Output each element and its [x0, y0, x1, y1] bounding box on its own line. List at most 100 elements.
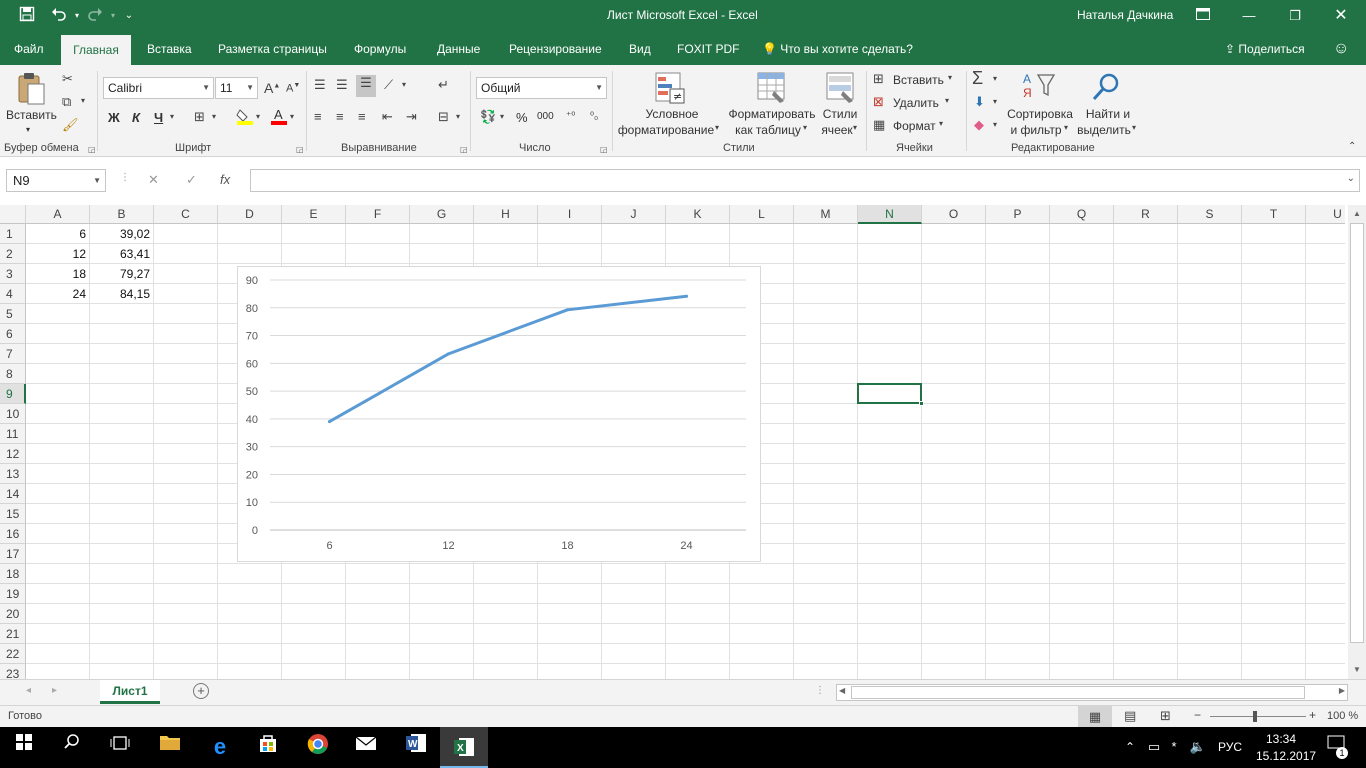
clipboard-launcher-icon[interactable]: ◲ — [88, 145, 96, 154]
font-color-dropdown-icon[interactable]: ▾ — [290, 112, 294, 121]
prev-sheet-icon[interactable]: ◂ — [26, 685, 31, 696]
series-line-1[interactable] — [328, 294, 688, 424]
data-point[interactable] — [685, 294, 688, 298]
align-center-icon[interactable]: ≡ — [336, 109, 344, 124]
sheet-tabs-splitter[interactable]: ⋮ — [815, 685, 825, 696]
row-header-7[interactable]: 7 — [0, 344, 26, 364]
select-all-corner[interactable] — [0, 205, 26, 224]
data-point[interactable] — [328, 420, 331, 424]
column-header-k[interactable]: K — [666, 205, 730, 224]
paste-button-label[interactable]: Вставить — [6, 107, 57, 123]
clock-time[interactable]: 13:34 — [1266, 732, 1296, 746]
borders-dropdown-icon[interactable]: ▾ — [212, 112, 216, 121]
cell-b3[interactable]: 79,27 — [90, 264, 152, 284]
user-name[interactable]: Наталья Дачкина — [1077, 8, 1173, 22]
data-point[interactable] — [566, 308, 569, 312]
row-header-12[interactable]: 12 — [0, 444, 26, 464]
word-icon[interactable]: W — [402, 733, 430, 761]
row-header-3[interactable]: 3 — [0, 264, 26, 284]
column-header-o[interactable]: O — [922, 205, 986, 224]
minimize-icon[interactable]: — — [1226, 0, 1272, 33]
decrease-decimal-icon[interactable]: ⁰₀ — [590, 111, 598, 122]
tab-insert[interactable]: Вставка — [147, 33, 192, 65]
fill-color-dropdown-icon[interactable]: ▾ — [256, 112, 260, 121]
zoom-slider-thumb[interactable] — [1253, 711, 1257, 722]
excel-taskbar-button[interactable]: X — [440, 727, 488, 768]
keyboard-language[interactable]: РУС — [1218, 740, 1242, 754]
increase-font-icon[interactable]: A▲ — [264, 80, 280, 96]
decrease-indent-icon[interactable]: ⇤ — [382, 109, 393, 125]
ribbon-display-options-icon[interactable] — [1180, 0, 1226, 33]
worksheet-grid[interactable]: ABCDEFGHIJKLMNOPQRSTU 1 2 3 4 5 6 7 8 9 10 11 12 13 1… — [0, 205, 1345, 679]
format-painter-icon[interactable]: 🖌 — [62, 117, 79, 133]
format-as-table-icon[interactable] — [756, 71, 788, 105]
row-header-21[interactable]: 21 — [0, 624, 26, 644]
tab-review[interactable]: Рецензирование — [509, 33, 602, 65]
conditional-formatting-icon[interactable]: ≠ — [654, 71, 686, 105]
find-select-label-1[interactable]: Найти и — [1080, 106, 1136, 122]
row-header-15[interactable]: 15 — [0, 504, 26, 524]
comma-style-button[interactable]: 000 — [537, 111, 554, 122]
number-launcher-icon[interactable]: ◲ — [600, 145, 608, 154]
column-header-r[interactable]: R — [1114, 205, 1178, 224]
paste-icon[interactable] — [16, 71, 48, 107]
align-middle-icon[interactable]: ☰ — [336, 77, 348, 93]
tell-me-box[interactable]: 💡 Что вы хотите сделать? — [762, 33, 913, 65]
decrease-font-icon[interactable]: A▼ — [286, 82, 300, 95]
orientation-dropdown-icon[interactable]: ▾ — [402, 80, 406, 89]
close-icon[interactable]: ✕ — [1318, 0, 1364, 33]
wrap-text-icon[interactable]: ↵ — [438, 77, 449, 93]
insert-cells-button[interactable]: Вставить — [893, 73, 944, 87]
volume-icon[interactable]: 🔈 — [1184, 733, 1212, 761]
tab-view[interactable]: Вид — [629, 33, 651, 65]
column-header-s[interactable]: S — [1178, 205, 1242, 224]
delete-cells-button[interactable]: Удалить — [893, 96, 939, 110]
row-header-9[interactable]: 9 — [0, 384, 26, 404]
search-icon[interactable] — [58, 733, 86, 761]
format-as-table-dropdown-icon[interactable]: ▾ — [803, 123, 807, 132]
copy-icon[interactable]: ⧉ — [62, 94, 71, 110]
align-top-icon[interactable]: ☰ — [314, 77, 326, 93]
column-header-c[interactable]: C — [154, 205, 218, 224]
enter-formula-icon[interactable]: ✓ — [186, 172, 197, 188]
row-header-16[interactable]: 16 — [0, 524, 26, 544]
align-right-icon[interactable]: ≡ — [358, 109, 366, 124]
find-select-icon[interactable] — [1090, 71, 1122, 103]
row-header-14[interactable]: 14 — [0, 484, 26, 504]
row-header-2[interactable]: 2 — [0, 244, 26, 264]
font-launcher-icon[interactable]: ◲ — [296, 145, 304, 154]
collapse-ribbon-icon[interactable]: ⌃ — [1348, 141, 1356, 152]
format-cells-dropdown-icon[interactable]: ▾ — [939, 119, 943, 128]
mail-icon[interactable] — [352, 733, 380, 761]
row-header-22[interactable]: 22 — [0, 644, 26, 664]
cell-styles-icon[interactable] — [825, 71, 857, 105]
column-header-g[interactable]: G — [410, 205, 474, 224]
row-header-17[interactable]: 17 — [0, 544, 26, 564]
sheet-tab-list1[interactable]: Лист1 — [100, 680, 160, 704]
clear-dropdown-icon[interactable]: ▾ — [993, 120, 997, 129]
format-cells-icon[interactable]: ▦ — [873, 117, 885, 133]
column-header-n[interactable]: N — [858, 205, 922, 224]
column-header-e[interactable]: E — [282, 205, 346, 224]
autosum-icon[interactable]: Σ — [972, 68, 983, 89]
column-header-d[interactable]: D — [218, 205, 282, 224]
file-explorer-icon[interactable] — [156, 733, 184, 761]
scroll-down-icon[interactable]: ▼ — [1353, 665, 1361, 674]
currency-format-icon[interactable]: 💱 — [480, 109, 496, 125]
cell-a4[interactable]: 24 — [26, 284, 88, 304]
column-header-l[interactable]: L — [730, 205, 794, 224]
cut-icon[interactable]: ✂ — [62, 71, 73, 87]
fill-dropdown-icon[interactable]: ▾ — [993, 97, 997, 106]
sort-filter-icon[interactable]: AЯ — [1022, 71, 1056, 103]
row-header-8[interactable]: 8 — [0, 364, 26, 384]
row-header-23[interactable]: 23 — [0, 664, 26, 679]
cell-styles-label-2[interactable]: ячеек — [817, 122, 857, 138]
row-header-1[interactable]: 1 — [0, 224, 26, 244]
sort-filter-dropdown-icon[interactable]: ▾ — [1064, 123, 1068, 132]
column-header-i[interactable]: I — [538, 205, 602, 224]
align-left-icon[interactable]: ≡ — [314, 109, 322, 124]
cancel-formula-icon[interactable]: ✕ — [148, 172, 159, 188]
underline-dropdown-icon[interactable]: ▾ — [170, 112, 174, 121]
tab-foxit-pdf[interactable]: FOXIT PDF — [677, 33, 739, 65]
cell-a3[interactable]: 18 — [26, 264, 88, 284]
